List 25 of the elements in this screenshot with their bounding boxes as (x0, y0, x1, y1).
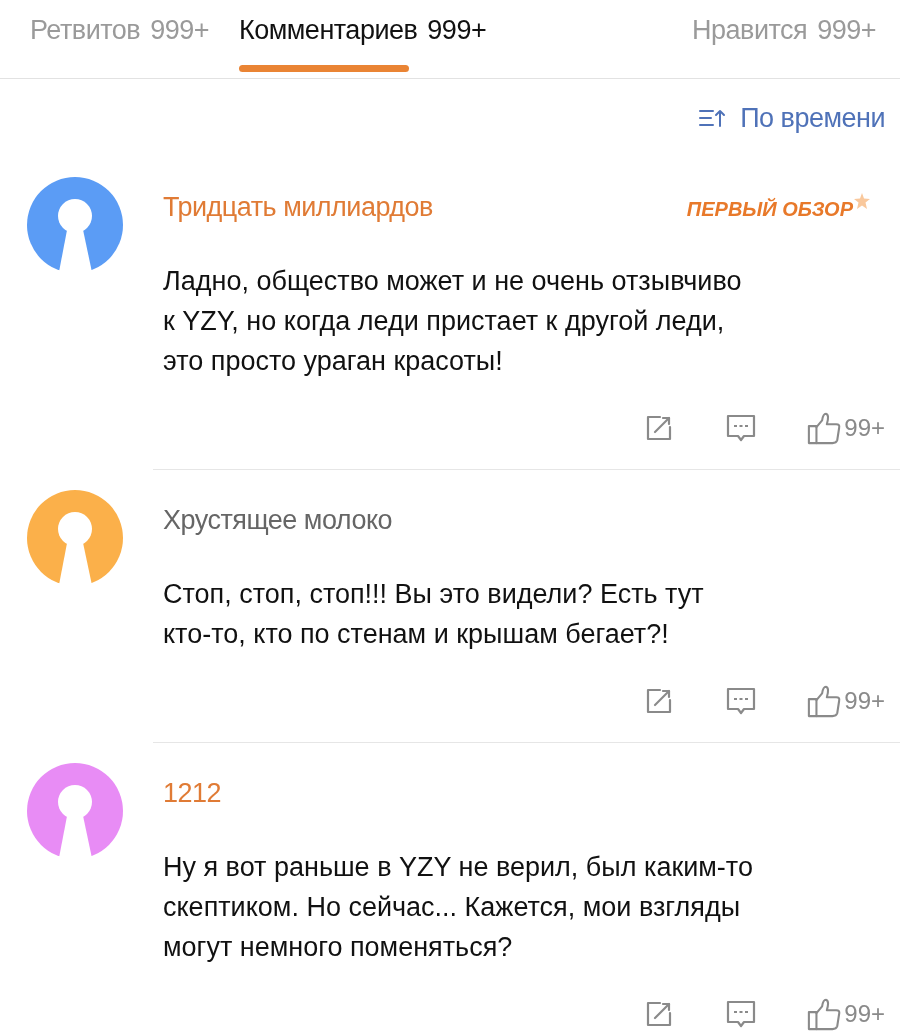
comment-text: Ладно, общество может и не очень отзывчиво к YZY, но когда леди пристает к другой леди, это просто ураган красоты! (163, 265, 743, 378)
avatar-icon[interactable] (27, 763, 123, 859)
avatar-icon[interactable] (27, 490, 123, 586)
speech-bubble-icon[interactable] (725, 412, 758, 444)
tab[interactable]: Комментариев 999+ (239, 0, 487, 72)
comment-text: Стоп, стоп, стоп!!! Вы это видели? Есть тут кто-то, кто по стенам и крышам бегает?! (163, 578, 705, 651)
avatar-icon[interactable] (27, 177, 123, 273)
review-label: ПЕРВЫЙ ОБЗОР (686, 197, 853, 221)
tab[interactable]: Нравится 999+ (692, 0, 876, 72)
author-name: Тридцать миллиардов (163, 191, 433, 223)
like-button[interactable]: 99+ (807, 411, 885, 445)
thumbs-up-icon (807, 997, 842, 1031)
like-button[interactable]: 99+ (807, 684, 885, 718)
speech-bubble-icon[interactable] (725, 998, 758, 1030)
comment-text: Ну я вот раньше в YZY не верил, был каким-то скептиком. Но сейчас... Кажется, мои взгляды могут немного поменяться? (163, 851, 754, 964)
author-name: Хрустящее молоко (163, 504, 393, 536)
sort-icon (698, 108, 727, 128)
thumbs-up-icon (807, 411, 842, 445)
tab[interactable]: Ретвитов 999+ (30, 0, 209, 72)
like-button[interactable]: 99+ (807, 997, 885, 1031)
author-name: 1212 (163, 777, 222, 809)
sort-button[interactable]: По времени (698, 100, 885, 136)
thumbs-up-icon (807, 684, 842, 718)
star-icon (854, 193, 870, 209)
speech-bubble-icon[interactable] (725, 685, 758, 717)
